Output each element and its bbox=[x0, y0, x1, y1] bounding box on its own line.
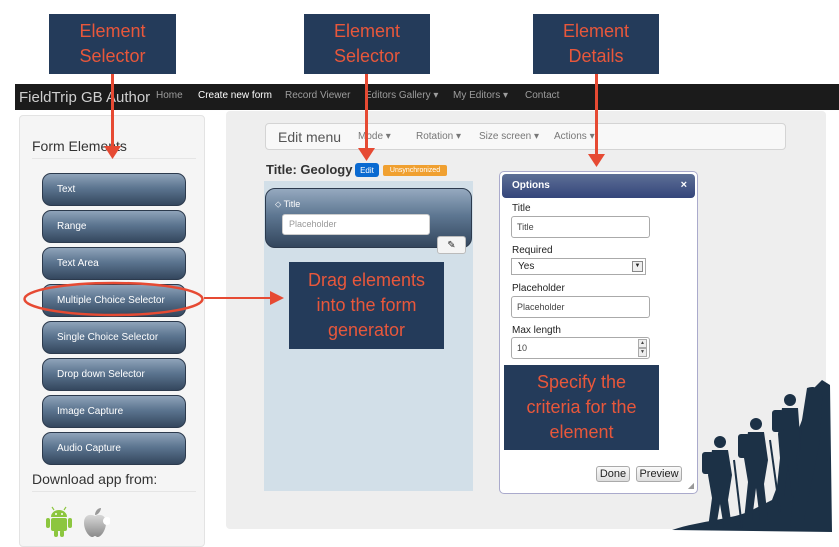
sidebar-divider bbox=[32, 491, 196, 492]
callout-element-selector: Element Selector bbox=[304, 14, 430, 74]
done-button[interactable]: Done bbox=[596, 466, 630, 482]
top-navbar: FieldTrip GB Author Home Create new form… bbox=[15, 84, 839, 110]
apple-icon[interactable] bbox=[80, 506, 110, 538]
arrowhead-icon bbox=[588, 154, 605, 167]
rotation-menu[interactable]: Rotation ▾ bbox=[416, 131, 461, 142]
nav-home[interactable]: Home bbox=[156, 90, 183, 101]
nav-editors-gallery[interactable]: Editors Gallery ▾ bbox=[365, 90, 438, 101]
form-elements-sidebar: Form Elements Text Range Text Area Multi… bbox=[19, 115, 205, 547]
max-length-value: 10 bbox=[517, 343, 528, 353]
pencil-icon: ✎ bbox=[447, 239, 456, 251]
size-screen-menu[interactable]: Size screen ▾ bbox=[479, 131, 539, 142]
max-length-label: Max length bbox=[512, 325, 561, 336]
arrowhead-icon bbox=[270, 291, 284, 305]
unsynchronized-badge: Unsynchronized bbox=[383, 165, 447, 176]
nav-contact[interactable]: Contact bbox=[525, 90, 559, 101]
max-length-field[interactable]: 10 ▲ ▼ bbox=[511, 337, 650, 359]
callout-element-selector: Element Selector bbox=[49, 14, 176, 74]
title-label: Title bbox=[512, 203, 531, 214]
edit-menu-title: Edit menu bbox=[278, 129, 342, 145]
edit-menu-bar: Edit menu Mode ▾ Rotation ▾ Size screen … bbox=[265, 123, 786, 150]
arrowhead-icon bbox=[358, 148, 375, 161]
edit-title-button[interactable]: Edit bbox=[355, 163, 379, 177]
callout-drag-note: Drag elements into the form generator bbox=[289, 262, 444, 349]
spin-up-icon[interactable]: ▲ bbox=[638, 339, 647, 348]
form-field-label: ⬦ Title bbox=[275, 199, 301, 209]
android-icon[interactable] bbox=[44, 506, 74, 538]
element-image-capture-button[interactable]: Image Capture bbox=[42, 395, 186, 428]
element-text-button[interactable]: Text bbox=[42, 173, 186, 206]
required-label: Required bbox=[512, 245, 553, 256]
form-title: Title: Geology bbox=[266, 162, 353, 177]
options-header: Options × bbox=[502, 174, 695, 198]
mode-menu[interactable]: Mode ▾ bbox=[358, 131, 391, 142]
options-title: Options bbox=[512, 180, 550, 191]
arrowhead-icon bbox=[104, 146, 121, 159]
title-field[interactable]: Title bbox=[511, 216, 650, 238]
element-single-choice-button[interactable]: Single Choice Selector bbox=[42, 321, 186, 354]
callout-criteria-note: Specify the criteria for the element bbox=[504, 365, 659, 450]
close-icon[interactable]: × bbox=[681, 179, 687, 191]
required-select[interactable]: Yes ▼ bbox=[511, 258, 646, 275]
download-title: Download app from: bbox=[32, 471, 158, 487]
highlight-ellipse bbox=[23, 281, 204, 317]
nav-record-viewer[interactable]: Record Viewer bbox=[285, 90, 350, 101]
form-field-input[interactable]: Placeholder bbox=[282, 214, 430, 235]
actions-menu[interactable]: Actions ▾ bbox=[554, 131, 595, 142]
annotation-arrow bbox=[204, 297, 272, 299]
required-value: Yes bbox=[518, 261, 535, 272]
edit-field-button[interactable]: ✎ bbox=[437, 236, 466, 254]
placeholder-label: Placeholder bbox=[512, 283, 565, 294]
callout-element-details: Element Details bbox=[533, 14, 659, 74]
nav-create-new-form[interactable]: Create new form bbox=[198, 90, 272, 101]
element-textarea-button[interactable]: Text Area bbox=[42, 247, 186, 280]
annotation-arrow bbox=[111, 72, 114, 152]
chevron-down-icon[interactable]: ▼ bbox=[632, 261, 643, 272]
annotation-arrow bbox=[595, 72, 598, 158]
app-brand[interactable]: FieldTrip GB Author bbox=[19, 89, 150, 106]
spin-down-icon[interactable]: ▼ bbox=[638, 348, 647, 357]
placeholder-field[interactable]: Placeholder bbox=[511, 296, 650, 318]
element-range-button[interactable]: Range bbox=[42, 210, 186, 243]
element-audio-capture-button[interactable]: Audio Capture bbox=[42, 432, 186, 465]
hikers-silhouette-image bbox=[672, 380, 832, 532]
nav-my-editors[interactable]: My Editors ▾ bbox=[453, 90, 508, 101]
annotation-arrow bbox=[365, 72, 368, 154]
element-dropdown-button[interactable]: Drop down Selector bbox=[42, 358, 186, 391]
